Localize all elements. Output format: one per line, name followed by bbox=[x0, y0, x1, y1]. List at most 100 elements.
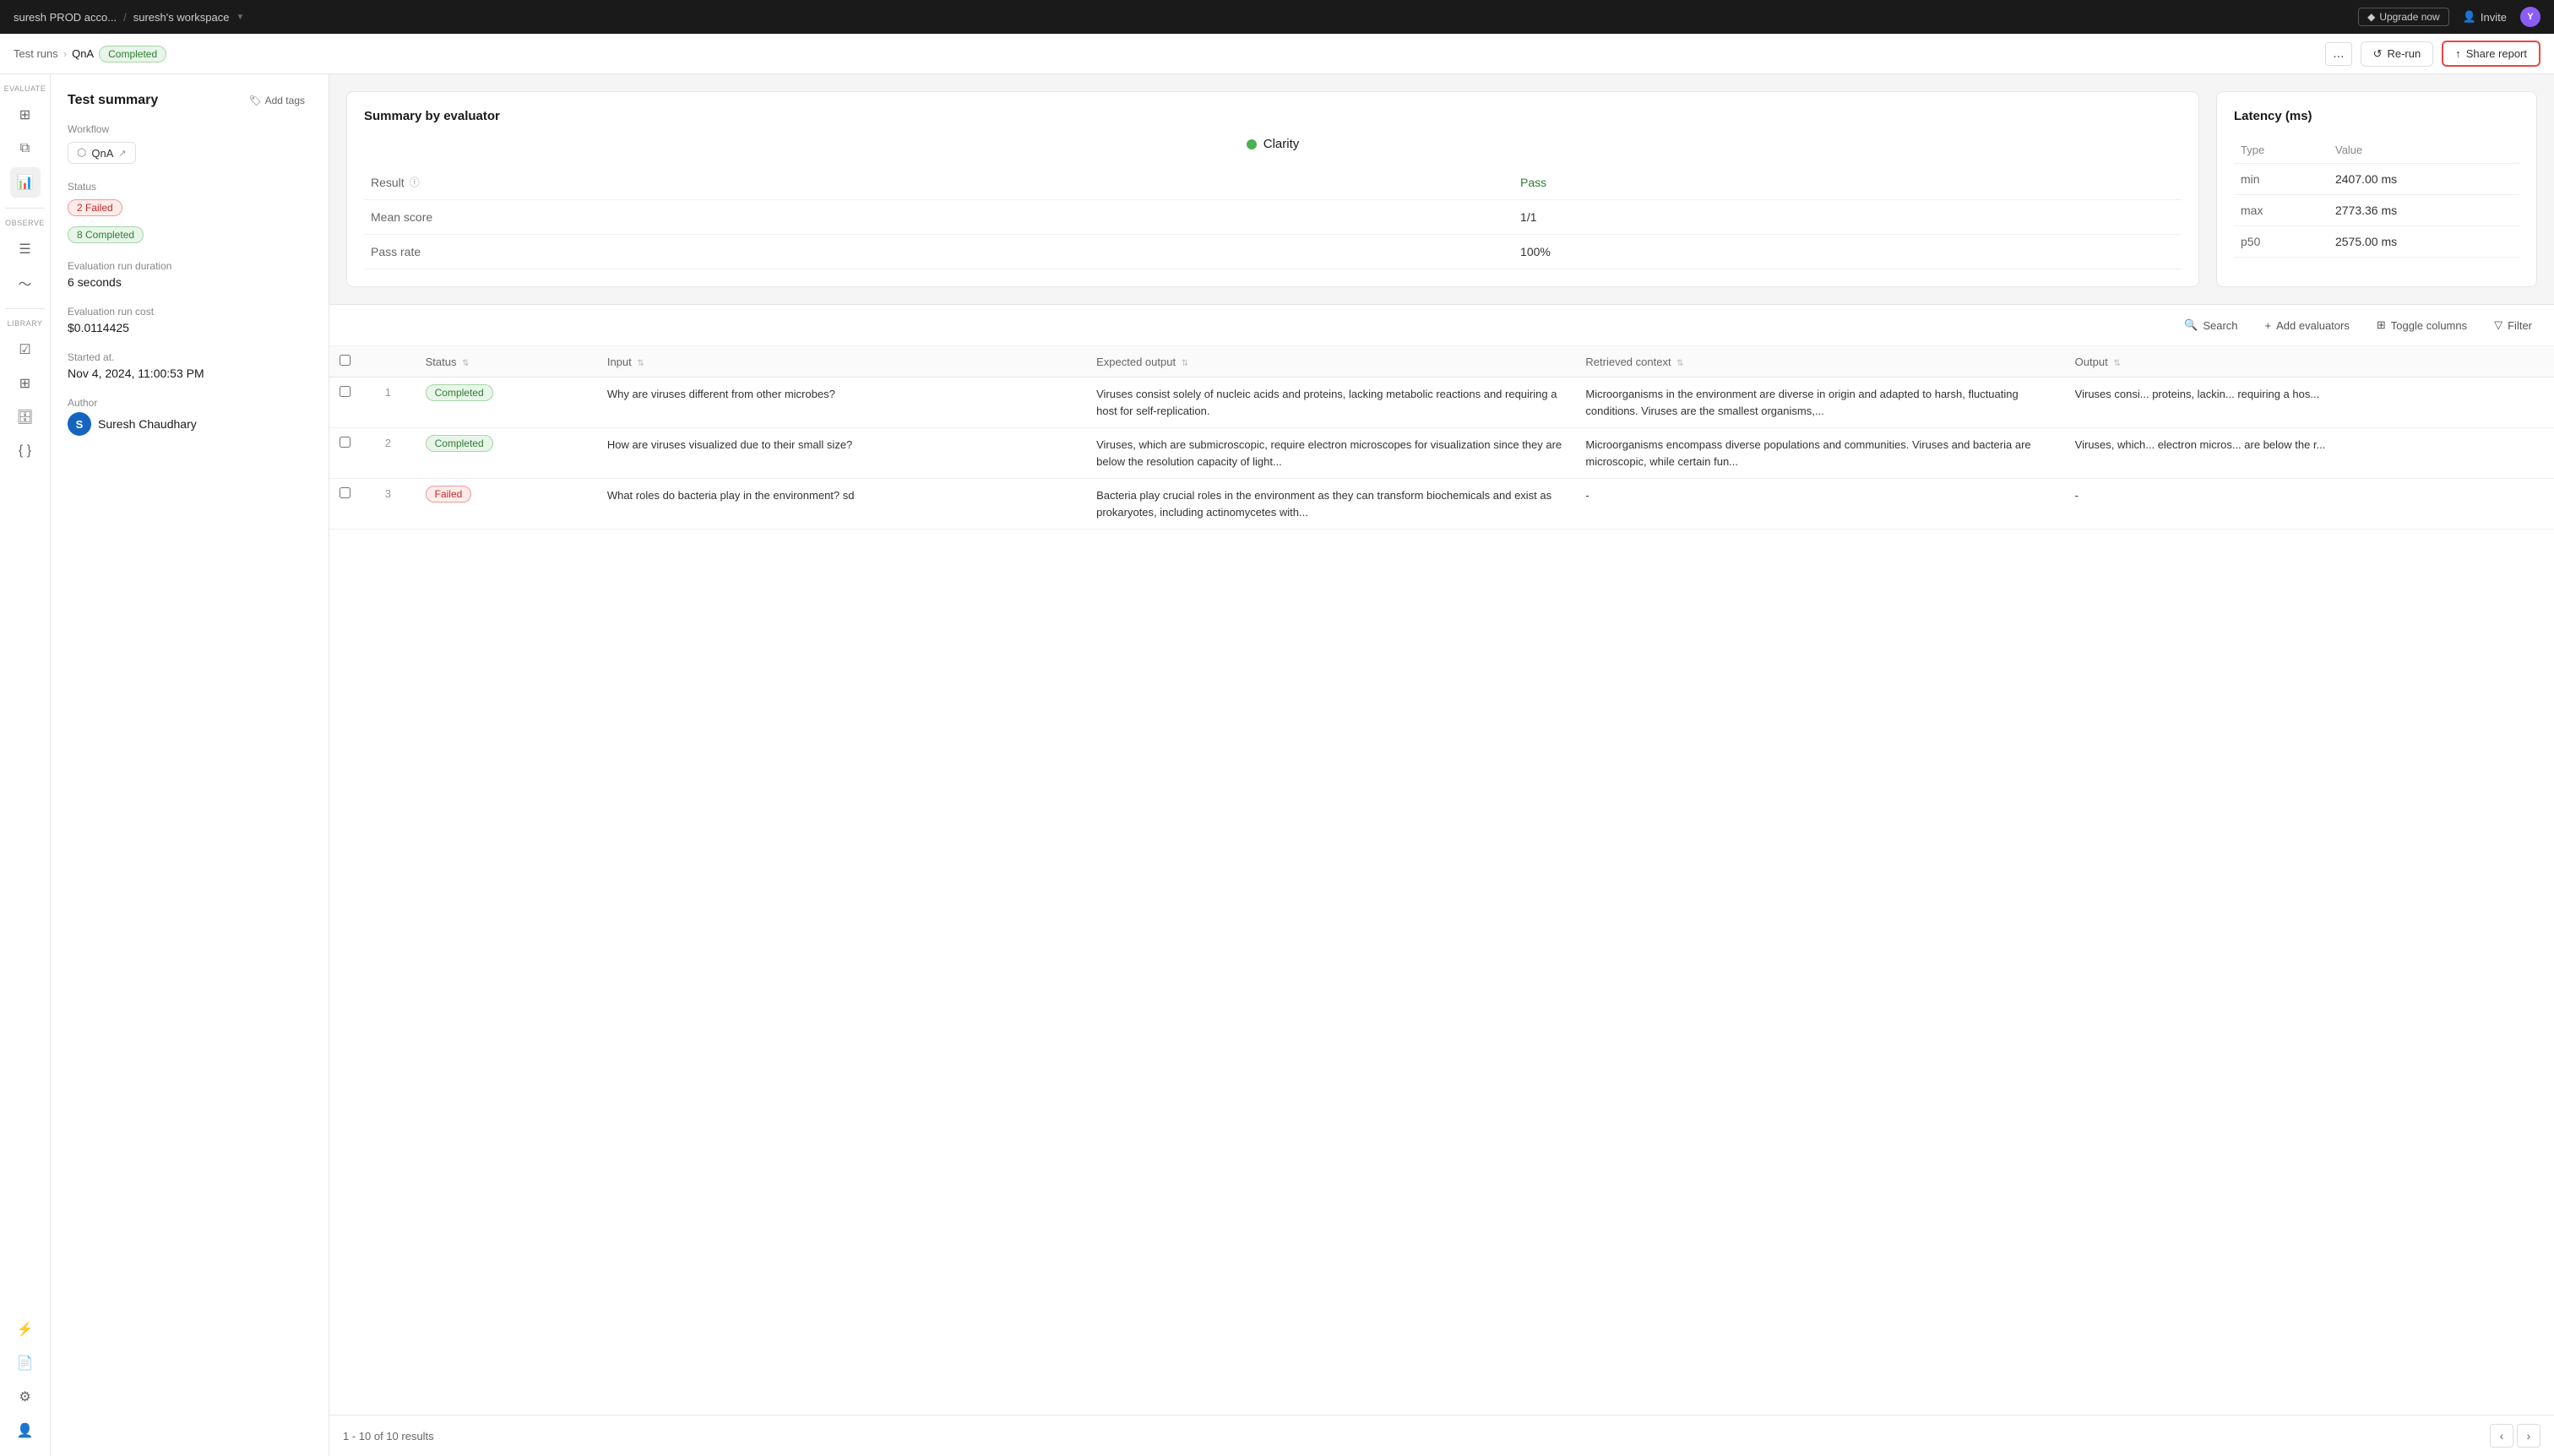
evaluator-card: Summary by evaluator Clarity Result ⓘ Pa… bbox=[346, 91, 2199, 287]
row-num-header bbox=[361, 346, 416, 378]
evaluator-header: Clarity bbox=[364, 137, 2182, 151]
author-label: Author bbox=[68, 397, 312, 409]
select-all-header bbox=[329, 346, 361, 378]
avatar[interactable]: Y bbox=[2520, 7, 2540, 27]
row-input: Why are viruses different from other mic… bbox=[597, 378, 1086, 428]
row-checkbox-cell bbox=[329, 378, 361, 428]
row-status: Completed bbox=[416, 378, 597, 428]
author-row: S Suresh Chaudhary bbox=[68, 412, 312, 436]
row-retrieved-context: Microorganisms encompass diverse populat… bbox=[1575, 428, 2064, 479]
filter-button[interactable]: ▽ Filter bbox=[2486, 313, 2540, 337]
row-number: 3 bbox=[361, 479, 416, 530]
table-scroll: Status ⇅ Input ⇅ Expected output ⇅ Retri… bbox=[329, 346, 2554, 1415]
sidebar-item-observe-list[interactable]: ☰ bbox=[10, 234, 41, 264]
latency-row: min2407.00 ms bbox=[2234, 164, 2519, 195]
rerun-button[interactable]: ↺ Re-run bbox=[2361, 41, 2434, 67]
input-col-header[interactable]: Input ⇅ bbox=[597, 346, 1086, 378]
latency-card: Latency (ms) Type Value min2407.00 msmax… bbox=[2216, 91, 2537, 287]
prev-page-button[interactable]: ‹ bbox=[2490, 1424, 2513, 1448]
evaluator-card-title: Summary by evaluator bbox=[364, 109, 2182, 123]
share-report-button[interactable]: ↑ Share report bbox=[2442, 41, 2540, 67]
evaluate-group: EVALUATE ⊞ ⧉ 📊 bbox=[0, 84, 50, 198]
external-link-icon: ↗ bbox=[118, 148, 126, 159]
share-icon: ↑ bbox=[2455, 47, 2461, 60]
main-layout: EVALUATE ⊞ ⧉ 📊 OBSERVE ☰ 〜 LIBRARY ☑ ⊞ 🗄… bbox=[0, 74, 2554, 1456]
row-checkbox-cell bbox=[329, 479, 361, 530]
tag-icon: 🏷 bbox=[248, 95, 261, 106]
completed-badge: 8 Completed bbox=[68, 226, 144, 243]
select-all-checkbox[interactable] bbox=[340, 355, 350, 366]
status-label: Status bbox=[68, 181, 312, 193]
add-tags-button[interactable]: 🏷 Add tags bbox=[242, 91, 312, 110]
upgrade-button[interactable]: ◆ Upgrade now bbox=[2358, 8, 2449, 26]
info-icon: ⓘ bbox=[410, 175, 420, 189]
page-buttons: ‹ › bbox=[2490, 1424, 2540, 1448]
more-options-button[interactable]: ... bbox=[2325, 42, 2351, 66]
next-page-button[interactable]: › bbox=[2517, 1424, 2540, 1448]
sidebar-item-library-check[interactable]: ☑ bbox=[10, 334, 41, 365]
add-evaluators-button[interactable]: + Add evaluators bbox=[2257, 314, 2358, 337]
duration-value: 6 seconds bbox=[68, 275, 312, 289]
status-section: Status 2 Failed 8 Completed bbox=[68, 181, 312, 243]
expected-output-col-header[interactable]: Expected output ⇅ bbox=[1086, 346, 1575, 378]
evaluate-label: EVALUATE bbox=[4, 84, 46, 93]
cost-section: Evaluation run cost $0.0114425 bbox=[68, 306, 312, 334]
sidebar-item-observe-activity[interactable]: 〜 bbox=[10, 268, 41, 298]
workflow-label: Workflow bbox=[68, 123, 312, 135]
row-input: How are viruses visualized due to their … bbox=[597, 428, 1086, 479]
library-label: LIBRARY bbox=[8, 319, 43, 328]
latency-col-type: Type bbox=[2234, 137, 2328, 164]
data-table: Status ⇅ Input ⇅ Expected output ⇅ Retri… bbox=[329, 346, 2554, 530]
pagination: 1 - 10 of 10 results ‹ › bbox=[329, 1415, 2554, 1456]
row-checkbox-cell bbox=[329, 428, 361, 479]
search-button[interactable]: 🔍 Search bbox=[2176, 313, 2246, 337]
result-row: Result ⓘ Pass bbox=[364, 165, 2182, 200]
sidebar-item-library-db[interactable]: 🗄 bbox=[10, 402, 41, 432]
icon-sidebar: EVALUATE ⊞ ⧉ 📊 OBSERVE ☰ 〜 LIBRARY ☑ ⊞ 🗄… bbox=[0, 74, 51, 1456]
breadcrumb-bar: Test runs › QnA Completed ... ↺ Re-run ↑… bbox=[0, 34, 2554, 74]
workflow-icon: ⬡ bbox=[77, 146, 86, 160]
started-section: Started at. Nov 4, 2024, 11:00:53 PM bbox=[68, 351, 312, 380]
account-label: suresh PROD acco... bbox=[14, 11, 117, 24]
workspace-chevron-icon: ▼ bbox=[236, 13, 244, 22]
sidebar-item-user[interactable]: 👤 bbox=[10, 1415, 41, 1446]
sidebar-item-library-code[interactable]: { } bbox=[10, 436, 41, 466]
test-runs-link[interactable]: Test runs bbox=[14, 47, 58, 60]
cost-label: Evaluation run cost bbox=[68, 306, 312, 318]
sidebar-divider-1 bbox=[5, 208, 45, 209]
topbar: suresh PROD acco... / suresh's workspace… bbox=[0, 0, 2554, 34]
output-col-header[interactable]: Output ⇅ bbox=[2065, 346, 2554, 378]
sidebar-item-evaluate-chart[interactable]: 📊 bbox=[10, 167, 41, 198]
sidebar-item-settings[interactable]: ⚙ bbox=[10, 1382, 41, 1412]
row-expected-output: Viruses consist solely of nucleic acids … bbox=[1086, 378, 1575, 428]
table-row: 3 Failed What roles do bacteria play in … bbox=[329, 479, 2554, 530]
latency-table: Type Value min2407.00 msmax2773.36 msp50… bbox=[2234, 137, 2519, 258]
row-checkbox[interactable] bbox=[340, 487, 350, 498]
sidebar-item-notes[interactable]: 📄 bbox=[10, 1348, 41, 1378]
row-number: 1 bbox=[361, 378, 416, 428]
workflow-section: Workflow ⬡ QnA ↗ bbox=[68, 123, 312, 164]
status-col-header[interactable]: Status ⇅ bbox=[416, 346, 597, 378]
sidebar-item-zap[interactable]: ⚡ bbox=[10, 1314, 41, 1345]
retrieved-context-col-header[interactable]: Retrieved context ⇅ bbox=[1575, 346, 2064, 378]
sidebar-item-library-table[interactable]: ⊞ bbox=[10, 368, 41, 399]
sidebar-item-evaluate-home[interactable]: ⊞ bbox=[10, 100, 41, 130]
row-expected-output: Bacteria play crucial roles in the envir… bbox=[1086, 479, 1575, 530]
pass-rate-value: 100% bbox=[1520, 245, 1551, 258]
invite-button[interactable]: 👤 Invite bbox=[2463, 10, 2507, 24]
row-checkbox[interactable] bbox=[340, 437, 350, 448]
toggle-columns-button[interactable]: ⊞ Toggle columns bbox=[2368, 313, 2475, 337]
row-output: Viruses consi... proteins, lackin... req… bbox=[2065, 378, 2554, 428]
row-output: Viruses, which... electron micros... are… bbox=[2065, 428, 2554, 479]
table-toolbar: 🔍 Search + Add evaluators ⊞ Toggle colum… bbox=[329, 305, 2554, 346]
diamond-icon: ◆ bbox=[2367, 11, 2375, 23]
workflow-chip[interactable]: ⬡ QnA ↗ bbox=[68, 142, 136, 164]
table-row: 2 Completed How are viruses visualized d… bbox=[329, 428, 2554, 479]
sidebar-divider-2 bbox=[5, 308, 45, 309]
evaluator-dot bbox=[1247, 139, 1257, 149]
sidebar-item-evaluate-layers[interactable]: ⧉ bbox=[10, 133, 41, 164]
row-checkbox[interactable] bbox=[340, 386, 350, 397]
breadcrumb: Test runs › QnA Completed bbox=[14, 46, 166, 62]
latency-row: p502575.00 ms bbox=[2234, 226, 2519, 258]
columns-icon: ⊞ bbox=[2377, 318, 2386, 332]
